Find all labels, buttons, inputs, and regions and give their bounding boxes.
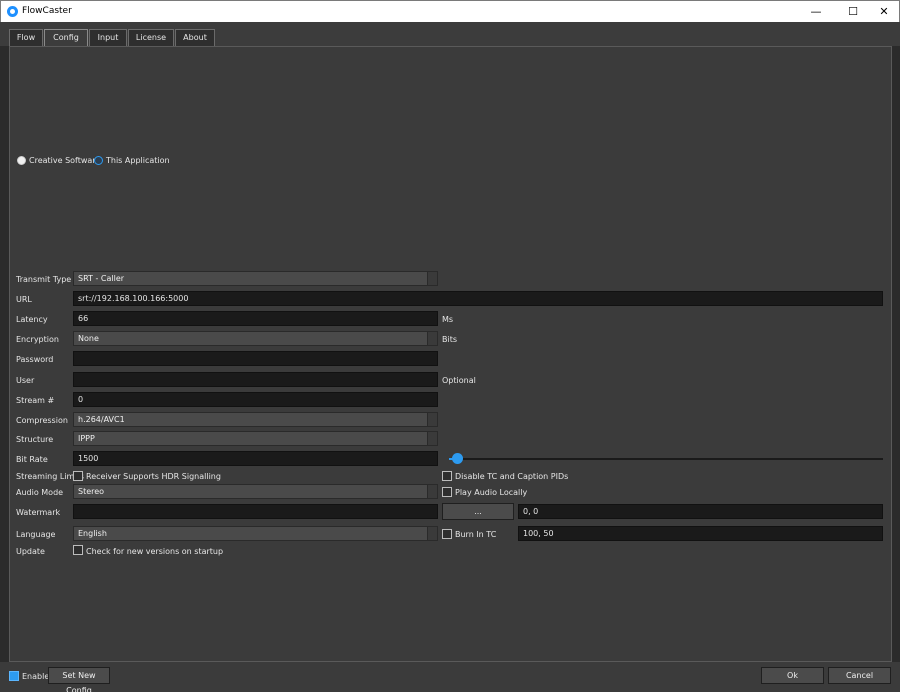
disable-tc-label: Disable TC and Caption PIDs (455, 472, 569, 481)
audio-mode-select[interactable]: Stereo (73, 484, 438, 499)
creative-software-radio[interactable] (17, 156, 26, 165)
chevron-down-icon (427, 332, 437, 345)
disable-tc-checkbox[interactable] (442, 471, 452, 481)
latency-label: Latency (16, 315, 48, 324)
chevron-down-icon (427, 527, 437, 540)
audio-mode-label: Audio Mode (16, 488, 64, 497)
chevron-down-icon (427, 485, 437, 498)
tab-input[interactable]: Input (89, 29, 127, 46)
creative-software-label: Creative Software (29, 156, 101, 165)
tab-bar: Flow Config Input License About (0, 22, 900, 46)
audio-mode-value: Stereo (78, 487, 105, 496)
watermark-input[interactable] (73, 504, 438, 519)
hdr-signalling-label: Receiver Supports HDR Signalling (86, 472, 221, 481)
language-value: English (78, 529, 107, 538)
burn-in-position-input[interactable]: 100, 50 (518, 526, 883, 541)
chevron-down-icon (427, 272, 437, 285)
user-hint: Optional (442, 376, 476, 385)
chevron-down-icon (427, 413, 437, 426)
language-select[interactable]: English (73, 526, 438, 541)
structure-value: IPPP (78, 434, 95, 443)
bit-rate-slider-track[interactable] (449, 458, 883, 460)
tab-about[interactable]: About (175, 29, 215, 46)
watermark-position-input[interactable]: 0, 0 (518, 504, 883, 519)
transmit-type-label: Transmit Type (16, 275, 72, 284)
compression-select[interactable]: h.264/AVC1 (73, 412, 438, 427)
transmit-type-value: SRT - Caller (78, 274, 125, 283)
maximize-button[interactable]: ☐ (836, 1, 870, 22)
bit-rate-label: Bit Rate (16, 455, 48, 464)
bit-rate-input[interactable]: 1500 (73, 451, 438, 466)
close-button[interactable]: ✕ (867, 1, 900, 22)
encryption-select[interactable]: None (73, 331, 438, 346)
tab-flow[interactable]: Flow (9, 29, 43, 46)
watermark-browse-button[interactable]: ... (442, 503, 514, 520)
tab-config[interactable]: Config (44, 29, 88, 46)
stream-input[interactable]: 0 (73, 392, 438, 407)
password-input[interactable] (73, 351, 438, 366)
window-title: FlowCaster (22, 6, 72, 16)
app-logo-icon (7, 6, 18, 17)
structure-label: Structure (16, 435, 54, 444)
transmit-type-select[interactable]: SRT - Caller (73, 271, 438, 286)
password-label: Password (16, 355, 54, 364)
check-updates-label: Check for new versions on startup (86, 547, 224, 556)
latency-unit: Ms (442, 315, 454, 324)
check-updates-checkbox[interactable] (73, 545, 83, 555)
encryption-value: None (78, 334, 99, 343)
burn-in-tc-checkbox[interactable] (442, 529, 452, 539)
cancel-button[interactable]: Cancel (828, 667, 891, 684)
latency-input[interactable]: 66 (73, 311, 438, 326)
play-audio-checkbox[interactable] (442, 487, 452, 497)
tab-license[interactable]: License (128, 29, 174, 46)
user-input[interactable] (73, 372, 438, 387)
enable-label: Enable (22, 672, 50, 681)
structure-select[interactable]: IPPP (73, 431, 438, 446)
encryption-label: Encryption (16, 335, 59, 344)
watermark-label: Watermark (16, 508, 61, 517)
enable-checkbox[interactable] (9, 671, 19, 681)
user-label: User (16, 376, 35, 385)
minimize-button[interactable]: — (799, 1, 833, 22)
bit-rate-slider-handle[interactable] (452, 453, 463, 464)
compression-label: Compression (16, 416, 68, 425)
burn-in-tc-label: Burn In TC (455, 530, 497, 539)
stream-label: Stream # (16, 396, 55, 405)
url-input[interactable]: srt://192.168.100.166:5000 (73, 291, 883, 306)
language-label: Language (16, 530, 56, 539)
update-label: Update (16, 547, 45, 556)
chevron-down-icon (427, 432, 437, 445)
play-audio-label: Play Audio Locally (455, 488, 528, 497)
set-new-config-button[interactable]: Set New Config (48, 667, 110, 692)
this-application-radio[interactable] (94, 156, 103, 165)
compression-value: h.264/AVC1 (78, 415, 125, 424)
this-application-label: This Application (106, 156, 170, 165)
ok-button[interactable]: Ok (761, 667, 824, 684)
url-label: URL (16, 295, 32, 304)
encryption-unit: Bits (442, 335, 458, 344)
hdr-signalling-checkbox[interactable] (73, 471, 83, 481)
title-bar: FlowCaster — ☐ ✕ (0, 0, 900, 22)
